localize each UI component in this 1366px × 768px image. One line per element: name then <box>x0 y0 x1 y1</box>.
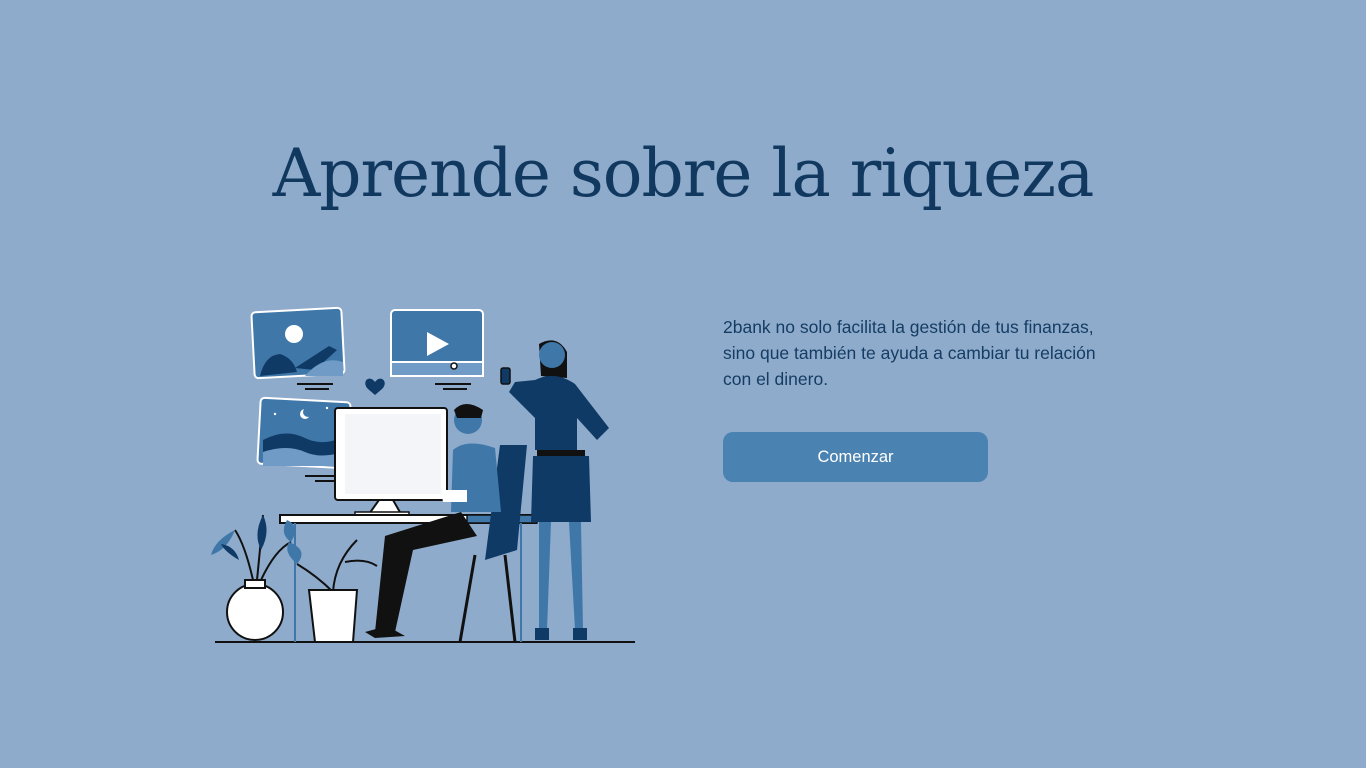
desktop-monitor <box>334 407 448 517</box>
video-play-card <box>390 309 484 390</box>
hero-description: 2bank no solo facilita la gestión de tus… <box>723 317 1096 389</box>
potted-plant-vase <box>211 514 296 641</box>
hero-illustration <box>205 300 645 650</box>
start-button[interactable]: Comenzar <box>723 432 988 482</box>
heart-icon <box>365 378 385 395</box>
page-title: Aprende sobre la riqueza <box>272 135 1095 212</box>
landing-page: Aprende sobre la riqueza 2bank no solo f… <box>0 0 1366 768</box>
video-thumbnail-person-card <box>250 306 346 390</box>
potted-plant-pot <box>287 539 378 643</box>
